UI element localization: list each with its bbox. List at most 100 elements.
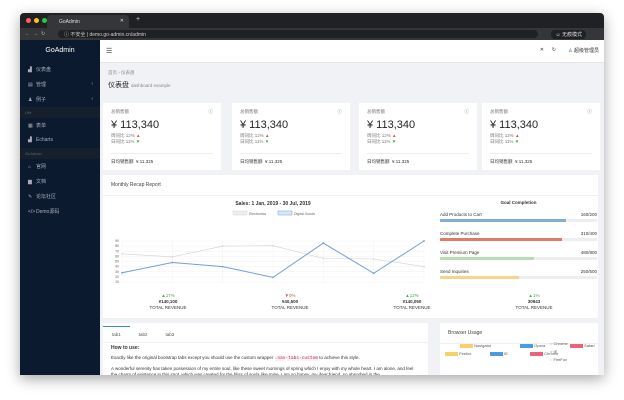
sidebar-item-example[interactable]: ♟ 例子 ‹: [20, 92, 100, 107]
value: 12%: [125, 133, 135, 138]
label: 日同比: [240, 139, 254, 144]
data-point: [272, 244, 274, 247]
circle-icon: ○: [550, 349, 553, 354]
sidebar-item-manage[interactable]: ▤ 管理 ‹: [20, 77, 100, 92]
value: ¥ 11,325: [265, 159, 283, 164]
legend-label: Navigator: [474, 343, 492, 348]
card-footer: 日均销售额 ¥ 11,325: [367, 153, 469, 165]
page-title-text: 仪表盘: [108, 82, 129, 89]
sidebar-item-docs[interactable]: ▆ 文档: [20, 174, 100, 189]
url-input[interactable]: ⓘ 不安全 | demo.go-admin.cn/admin: [58, 30, 538, 38]
caret-down-icon: ▼: [391, 139, 397, 144]
chevron-left-icon: ‹: [91, 96, 93, 102]
value: ¥ 11,325: [392, 159, 410, 164]
sidebar-item-demo-source[interactable]: </>Demo源码: [20, 204, 100, 219]
revenue-label: TOTAL REVENUE: [271, 305, 309, 310]
goal-label: Add Products to Cart: [440, 212, 482, 217]
breadcrumb-home[interactable]: 首页: [108, 70, 117, 75]
chart-legend-item[interactable]: IE: [490, 351, 508, 356]
tab-title: GoAdmin: [59, 19, 80, 25]
main-content: 首页 › 仪表盘 仪表盘 dashboard example 总销售额 ⓘ ¥ …: [100, 63, 604, 375]
user-menu[interactable]: ♙ 超级管理员: [568, 47, 599, 54]
value: ¥ 11,325: [136, 159, 154, 164]
data-point: [121, 252, 123, 255]
code-icon: </>: [28, 209, 36, 215]
stat-card: 总销售额 ⓘ ¥ 113,340 周同比 12% ▲ 日同比 11% ▼ 日均销…: [482, 103, 600, 170]
code-snippet: .nav-tabs-custom: [274, 356, 318, 361]
page-subtitle: dashboard example: [130, 83, 171, 88]
tab-heading: How to use:: [111, 345, 140, 351]
stat-card: 总销售额 ⓘ ¥ 113,340 周同比 12% ▲ 日同比 11% ▼ 日均销…: [359, 103, 477, 170]
avatar: ♙: [568, 48, 573, 54]
top-header: ☰ ✕ ↻ ♙ 超级管理员: [100, 40, 604, 63]
chart-legend-item[interactable]: Opera: [520, 343, 545, 348]
data-point: [423, 265, 425, 268]
minimize-window-button[interactable]: [34, 18, 39, 23]
info-icon[interactable]: ⓘ: [465, 109, 470, 115]
nav-buttons[interactable]: ←→↻: [25, 31, 48, 37]
label: 周同比: [240, 133, 254, 138]
close-icon[interactable]: ✕: [540, 47, 544, 53]
new-tab-button[interactable]: +: [136, 16, 140, 23]
profile-button[interactable]: ☺ 无痕模式: [551, 30, 586, 39]
sidebar-item-dashboard[interactable]: ▟ 仪表盘: [20, 62, 100, 77]
data-point: [272, 276, 274, 279]
security-label: 不安全: [70, 32, 86, 38]
label: 周同比: [111, 133, 125, 138]
y-tick-label: 60: [115, 254, 119, 258]
browser-label: FireFox: [553, 357, 568, 362]
browser-list-item[interactable]: ○ FireFox: [550, 357, 567, 362]
box-title: Browser Usage: [440, 323, 598, 344]
browser-usage-box: Browser Usage Navigator Opera Safari Fir…: [440, 323, 598, 375]
browser-list-item[interactable]: ○ Chrome: [550, 341, 568, 346]
chart-legend-item[interactable]: Navigator: [460, 343, 491, 348]
browser-window: GoAdmin ✕ + ←→↻ ⓘ 不安全 | demo.go-admin.cn/…: [20, 13, 604, 375]
daily-change: 日同比 11% ▼: [490, 139, 592, 145]
doc-icon: ▆: [28, 179, 32, 185]
chart-legend-item[interactable]: Firefox: [445, 351, 471, 356]
data-point: [322, 242, 325, 244]
chart-legend-item[interactable]: Safari: [570, 343, 595, 348]
tab-2[interactable]: tab2: [130, 327, 157, 342]
text: to achieve this style.: [319, 355, 360, 360]
tab-3[interactable]: tab3: [157, 327, 184, 342]
label: 周同比: [490, 133, 504, 138]
tab-1[interactable]: tab1: [103, 326, 130, 342]
revenue-label: TOTAL REVENUE: [515, 305, 553, 310]
sidebar-item-form[interactable]: ▦ 表单: [20, 118, 100, 133]
url-text: demo.go-admin.cn/admin: [89, 32, 146, 38]
y-tick-label: 80: [115, 244, 119, 248]
sidebar-item-echarts[interactable]: ▟ Echarts: [20, 133, 100, 148]
data-point: [171, 255, 174, 258]
breadcrumb-current: 仪表盘: [121, 70, 135, 75]
browser-label: Chrome: [553, 341, 568, 346]
y-tick-label: 90: [115, 239, 119, 243]
menu-toggle-icon[interactable]: ☰: [106, 47, 112, 55]
text: Exactly like the original bootstrap tabs…: [111, 355, 274, 360]
legend-swatch: [232, 210, 248, 216]
info-icon[interactable]: ⓘ: [338, 109, 343, 115]
goal-label: Send Inquiries: [440, 269, 469, 274]
card-value: ¥ 113,340: [490, 119, 539, 131]
sidebar-item-website[interactable]: ⌂ 官网: [20, 159, 100, 174]
refresh-icon[interactable]: ↻: [552, 47, 556, 53]
info-icon[interactable]: ⓘ: [588, 109, 593, 115]
label: 日同比: [111, 139, 125, 144]
user-icon: ♟: [28, 97, 33, 103]
sidebar-item-label: 仪表盘: [36, 67, 52, 73]
goal-value: 480/800: [580, 250, 597, 255]
chevron-left-icon: ‹: [91, 81, 93, 87]
close-window-button[interactable]: [26, 18, 31, 23]
data-point: [423, 240, 425, 242]
value: 12%: [504, 133, 514, 138]
chart-title: Sales: 1 Jan, 2019 - 30 Jul, 2019: [235, 201, 311, 207]
sidebar-item-forum[interactable]: ✎ 论坛社区: [20, 189, 100, 204]
close-tab-icon[interactable]: ✕: [120, 18, 124, 24]
label: 日同比: [367, 139, 381, 144]
browser-list-item[interactable]: ○ IE: [550, 349, 557, 354]
caret-down-icon: ▼: [264, 139, 270, 144]
info-icon[interactable]: ⓘ: [209, 109, 214, 115]
revenue-stat: ▼0% ¥40,500 TOTAL REVENUE: [245, 293, 335, 311]
browser-tab[interactable]: GoAdmin ✕: [47, 15, 129, 28]
card-value: ¥ 113,340: [367, 119, 416, 131]
